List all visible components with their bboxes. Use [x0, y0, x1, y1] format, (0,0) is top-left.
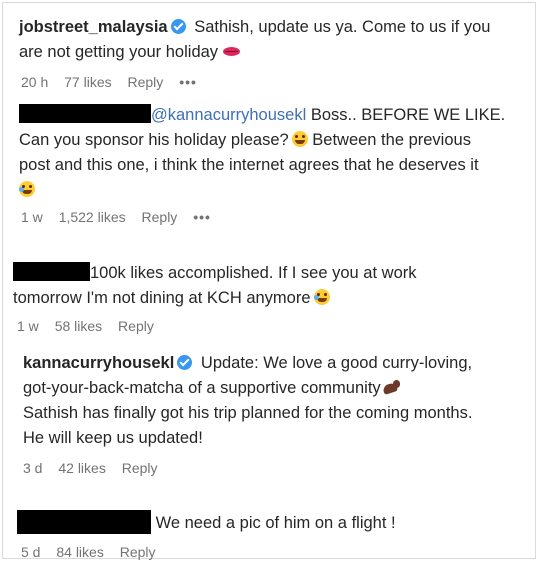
comment-text-line2: Can you sponsor his holiday please? — [19, 131, 289, 149]
likes-count[interactable]: 77 likes — [64, 74, 111, 90]
comment-item: kannacurryhousekl Update: We love a good… — [3, 351, 535, 476]
comment-time: 1 w — [21, 209, 43, 225]
comment-item: 100k likes accomplished. If I see you at… — [3, 261, 535, 334]
reply-button[interactable]: Reply — [142, 209, 178, 225]
redacted-username — [17, 510, 151, 534]
comment-text-line3: post and this one, i think the internet … — [19, 156, 479, 174]
comment-item: We need a pic of him on a flight ! 5 d 8… — [3, 510, 535, 560]
comment-item: jobstreet_malaysia Sathish, update us ya… — [3, 15, 535, 90]
comment-thread: jobstreet_malaysia Sathish, update us ya… — [2, 2, 536, 560]
more-options-icon[interactable]: ••• — [179, 74, 197, 90]
reply-button[interactable]: Reply — [122, 460, 158, 476]
comment-text: We need a pic of him on a flight ! — [155, 514, 396, 532]
comment-text: Sathish, update us ya. Come to us if you — [194, 18, 491, 36]
comment-text-line2: are not getting your holiday — [19, 43, 219, 61]
tears-of-joy-emoji-icon — [19, 181, 35, 197]
comment-text: Boss.. BEFORE WE LIKE. — [310, 106, 506, 124]
comment-time: 5 d — [21, 544, 41, 560]
comment-username[interactable]: kannacurryhousekl — [23, 354, 174, 372]
flexed-biceps-emoji-icon — [381, 380, 401, 394]
reply-button[interactable]: Reply — [120, 544, 156, 560]
more-options-icon[interactable]: ••• — [193, 209, 211, 225]
comment-time: 20 h — [21, 74, 49, 90]
verified-badge-icon — [177, 355, 193, 370]
smiling-face-emoji-icon — [291, 131, 308, 147]
comment-text-line2: tomorrow I'm not dining at KCH anymore — [13, 289, 311, 307]
tears-of-joy-emoji-icon — [313, 289, 330, 305]
mention-link[interactable]: @kannacurryhousekl — [151, 106, 306, 124]
comment-text: Update: We love a good curry-loving, — [200, 354, 473, 372]
verified-badge-icon — [170, 19, 186, 34]
reply-button[interactable]: Reply — [128, 74, 164, 90]
comment-text-line2: got-your-back-matcha of a supportive com… — [23, 379, 381, 397]
comment-text-line4: He will keep us updated! — [23, 429, 203, 447]
comment-text-line2b: Between the previous — [312, 131, 471, 149]
comment-text: 100k likes accomplished. If I see you at… — [90, 264, 417, 282]
comment-username[interactable]: jobstreet_malaysia — [19, 18, 168, 36]
likes-count[interactable]: 84 likes — [56, 544, 103, 560]
kiss-lips-emoji-icon — [223, 47, 241, 56]
comment-item: @kannacurryhousekl Boss.. BEFORE WE LIKE… — [3, 103, 535, 225]
redacted-username — [13, 262, 90, 281]
redacted-username — [19, 104, 151, 123]
likes-count[interactable]: 1,522 likes — [59, 209, 126, 225]
likes-count[interactable]: 58 likes — [55, 318, 102, 334]
likes-count[interactable]: 42 likes — [58, 460, 105, 476]
comment-text-line3: Sathish has finally got his trip planned… — [23, 404, 473, 422]
reply-button[interactable]: Reply — [118, 318, 154, 334]
comment-time: 3 d — [23, 460, 43, 476]
comment-time: 1 w — [17, 318, 39, 334]
